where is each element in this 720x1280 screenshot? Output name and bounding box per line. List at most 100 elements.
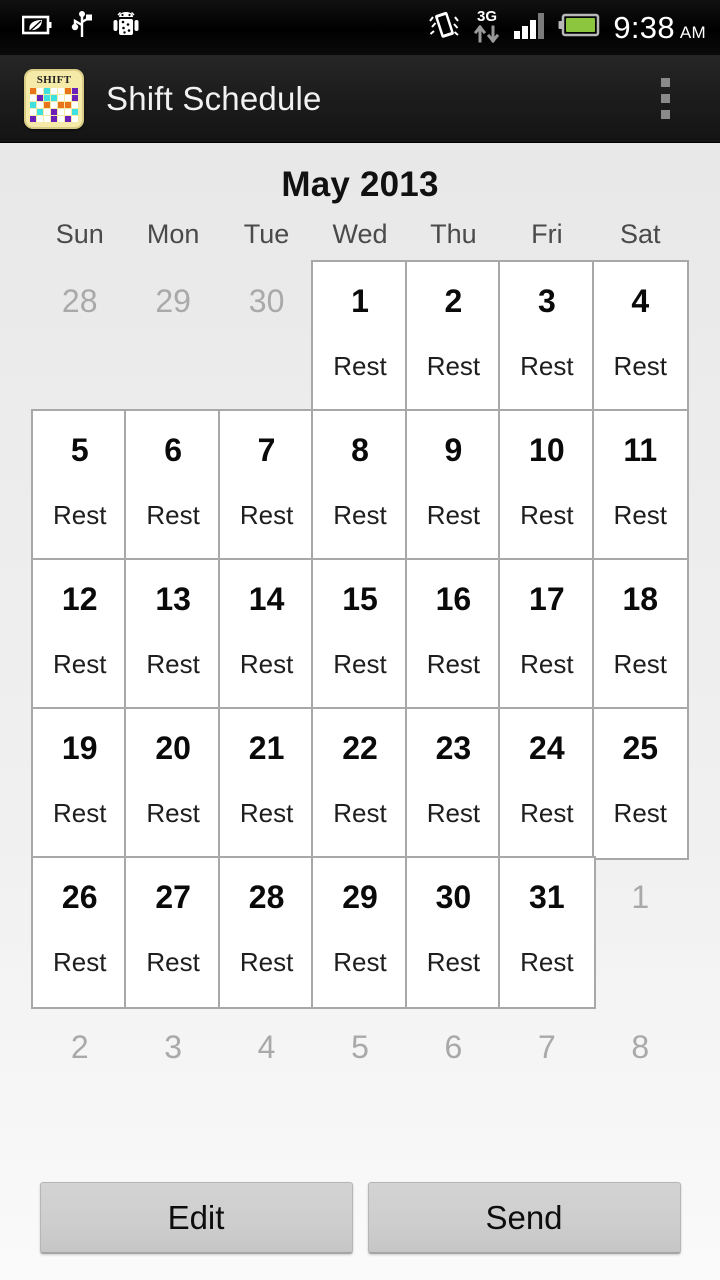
- calendar-day-cell[interactable]: 13 Rest: [126, 560, 220, 709]
- shift-label: Rest: [426, 500, 481, 530]
- shift-label: Rest: [52, 947, 107, 977]
- calendar-day-cell[interactable]: 1 Rest: [313, 262, 407, 411]
- calendar-day-cell[interactable]: 7 Rest: [219, 411, 314, 560]
- calendar-day-cell[interactable]: 30 Rest: [406, 858, 501, 1007]
- app-icon-cell: [51, 87, 57, 94]
- calendar-day-cell[interactable]: 12 Rest: [33, 560, 127, 709]
- weekday-label-sun: Sun: [55, 219, 104, 249]
- app-icon-cell: [37, 115, 43, 122]
- calendar-day-cell[interactable]: 24 Rest: [500, 709, 594, 858]
- battery-icon: [558, 13, 600, 42]
- calendar-day-cell-outside: 5: [351, 1029, 369, 1065]
- calendar-day-cell-outside: 28: [33, 262, 126, 411]
- calendar-day-cell[interactable]: 15 Rest: [313, 560, 407, 709]
- app-icon-cell: [58, 108, 64, 115]
- calendar-day-cell[interactable]: 23 Rest: [406, 709, 501, 858]
- app-icon-cell: [58, 115, 64, 122]
- app-icon-cell: [65, 101, 71, 108]
- day-number: 15: [342, 581, 378, 617]
- calendar-day-cell[interactable]: 3 Rest: [500, 262, 594, 411]
- app-icon-cell: [72, 87, 78, 94]
- calendar-day-cell-outside: 4: [257, 1029, 276, 1065]
- weekday-label-wed: Wed: [332, 219, 388, 249]
- calendar-day-cell[interactable]: 5 Rest: [33, 411, 127, 560]
- day-number: 27: [155, 879, 191, 915]
- app-icon-cell: [30, 87, 36, 94]
- status-bar-right-icons: 3G 9:38 AM: [427, 7, 720, 48]
- day-number: 25: [622, 730, 659, 766]
- app-icon-label: SHIFT: [36, 73, 72, 86]
- shift-label: Rest: [146, 947, 200, 977]
- day-number: 28: [61, 283, 98, 319]
- day-number: 31: [529, 879, 565, 915]
- calendar-grid[interactable]: 28 29 30 1 Rest 2 Rest 3 Rest 4 Rest 5 Rest 6 Rest 7 Res…: [33, 262, 687, 1007]
- day-number: 28: [248, 879, 285, 915]
- calendar-day-cell[interactable]: 27 Rest: [126, 858, 220, 1007]
- app-icon-cell: [58, 101, 64, 108]
- calendar-day-cell[interactable]: 31 Rest: [500, 858, 594, 1007]
- calendar-day-cell[interactable]: 16 Rest: [406, 560, 501, 709]
- calendar-day-cell[interactable]: 11 Rest: [593, 411, 687, 560]
- calendar-day-cell[interactable]: 21 Rest: [219, 709, 314, 858]
- shift-label: Rest: [146, 500, 200, 530]
- shift-label: Rest: [613, 351, 668, 381]
- calendar-day-cell-outside: 29: [126, 262, 219, 411]
- calendar-day-cell-outside: 7: [537, 1029, 556, 1065]
- calendar-day-cell[interactable]: 10 Rest: [500, 411, 594, 560]
- shift-label: Rest: [520, 649, 574, 679]
- svg-text:3G: 3G: [477, 8, 497, 25]
- shift-label: Rest: [146, 649, 200, 679]
- overflow-menu-icon[interactable]: [655, 72, 676, 125]
- app-icon[interactable]: SHIFT: [24, 68, 84, 129]
- day-number: 5: [70, 432, 89, 468]
- calendar-day-cell[interactable]: 14 Rest: [219, 560, 314, 709]
- day-number: 26: [61, 879, 98, 915]
- calendar-day-cell[interactable]: 28 Rest: [219, 858, 314, 1007]
- app-icon-cell: [37, 101, 43, 108]
- calendar-day-cell[interactable]: 2 Rest: [406, 262, 501, 411]
- calendar-day-cell[interactable]: 17 Rest: [500, 560, 594, 709]
- page-title: Shift Schedule: [106, 79, 322, 117]
- shift-label: Rest: [426, 351, 481, 381]
- day-number: 7: [257, 432, 276, 468]
- calendar-day-cell[interactable]: 9 Rest: [406, 411, 501, 560]
- day-number: 18: [622, 581, 659, 617]
- shift-label: Rest: [52, 798, 107, 828]
- calendar-day-cell[interactable]: 20 Rest: [126, 709, 220, 858]
- signal-bars-icon: [513, 10, 547, 45]
- app-icon-cell: [37, 108, 43, 115]
- shift-label: Rest: [239, 500, 294, 530]
- usb-icon: [70, 11, 94, 44]
- app-icon-cell: [44, 115, 50, 122]
- calendar-day-cell[interactable]: 26 Rest: [33, 858, 127, 1007]
- calendar-day-cell[interactable]: 18 Rest: [593, 560, 687, 709]
- shift-label: Rest: [520, 500, 574, 530]
- shift-label: Rest: [520, 947, 574, 977]
- calendar-day-cell[interactable]: 22 Rest: [313, 709, 407, 858]
- day-number: 9: [444, 432, 463, 468]
- app-icon-cell: [44, 108, 50, 115]
- day-number: 20: [155, 730, 191, 766]
- calendar-day-cell[interactable]: 19 Rest: [33, 709, 127, 858]
- shift-label: Rest: [333, 649, 387, 679]
- shift-label: Rest: [333, 798, 387, 828]
- calendar-day-cell[interactable]: 29 Rest: [313, 858, 407, 1007]
- shift-label: Rest: [426, 798, 481, 828]
- calendar-day-cell[interactable]: 4 Rest: [593, 262, 687, 411]
- app-icon-cell: [51, 115, 57, 122]
- day-number: 3: [537, 283, 556, 319]
- app-icon-cell: [30, 101, 36, 108]
- day-number: 23: [435, 730, 472, 766]
- edit-button[interactable]: Edit: [39, 1182, 353, 1254]
- overflow-dot: [661, 94, 670, 103]
- calendar-day-cell[interactable]: 8 Rest: [313, 411, 407, 560]
- calendar-day-cell[interactable]: 6 Rest: [126, 411, 220, 560]
- day-number: 29: [155, 283, 191, 319]
- app-icon-cell: [51, 101, 57, 108]
- app-icon-cell: [72, 108, 78, 115]
- clock-ampm: AM: [679, 22, 706, 42]
- send-button[interactable]: Send: [367, 1182, 681, 1254]
- calendar-day-cell[interactable]: 25 Rest: [593, 709, 687, 858]
- shift-label: Rest: [613, 798, 668, 828]
- day-number: 30: [435, 879, 472, 915]
